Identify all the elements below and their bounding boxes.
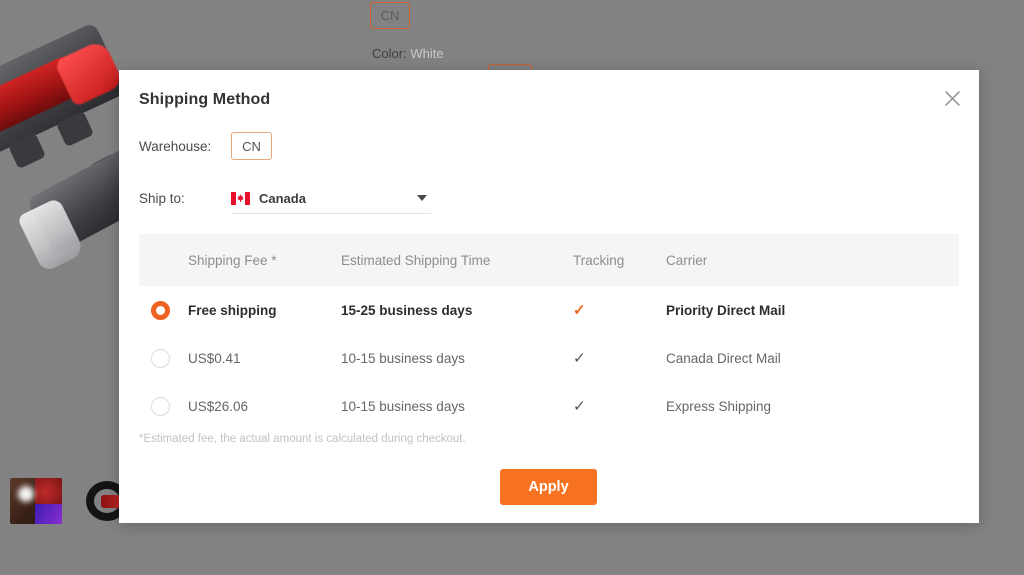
shipping-time-value: 10-15 business days (341, 398, 465, 414)
ship-to-label: Ship to: (139, 191, 185, 206)
chevron-down-icon[interactable] (417, 195, 427, 201)
check-icon: ✓ (573, 301, 586, 319)
background-warehouse-chip-label: CN (380, 8, 400, 23)
tracking-cell: ✓ (573, 399, 666, 414)
background-color-label: Color: (372, 46, 407, 61)
apply-button[interactable]: Apply (500, 469, 597, 505)
carrier-value: Canada Direct Mail (666, 350, 781, 366)
table-header-shipping-fee: Shipping Fee * (188, 252, 277, 268)
shipping-options-table: Shipping Fee * Estimated Shipping Time T… (139, 234, 959, 430)
background-color-value: White (410, 46, 444, 61)
ship-to-row: Ship to: Canada (139, 183, 431, 214)
thumbnail-strip (10, 478, 133, 524)
table-row[interactable]: US$26.06 10-15 business days ✓ Express S… (139, 382, 959, 430)
estimated-fee-footnote: *Estimated fee, the actual amount is cal… (139, 433, 466, 445)
background-warehouse-chip[interactable]: CN (370, 2, 410, 29)
close-icon[interactable] (938, 84, 966, 112)
maple-leaf-shape (237, 194, 244, 202)
country-select-value: Canada (259, 190, 306, 206)
radio-button-selected[interactable] (151, 300, 170, 320)
shipping-fee-value: US$26.06 (188, 398, 249, 414)
warehouse-row: Warehouse: CN (139, 132, 272, 160)
shipping-fee-value: US$0.41 (188, 350, 241, 366)
table-header-row: Shipping Fee * Estimated Shipping Time T… (139, 234, 959, 286)
check-icon: ✓ (573, 349, 586, 367)
canada-flag-icon (231, 191, 250, 205)
table-row[interactable]: Free shipping 15-25 business days ✓ Prio… (139, 286, 959, 334)
carrier-value: Priority Direct Mail (666, 302, 786, 318)
check-icon: ✓ (573, 397, 586, 415)
table-header-carrier: Carrier (666, 252, 708, 268)
carrier-value: Express Shipping (666, 398, 772, 414)
shipping-option-radio-cell[interactable] (139, 300, 188, 320)
warehouse-cn-button[interactable]: CN (231, 132, 272, 160)
warehouse-label: Warehouse: (139, 138, 212, 154)
shipping-time-value: 15-25 business days (341, 302, 473, 318)
country-select[interactable]: Canada (231, 183, 431, 214)
shipping-time-value: 10-15 business days (341, 350, 465, 366)
table-header-tracking: Tracking (573, 252, 625, 268)
shipping-option-radio-cell[interactable] (139, 348, 188, 368)
shipping-option-radio-cell[interactable] (139, 396, 188, 416)
tracking-cell: ✓ (573, 351, 666, 366)
radio-button[interactable] (151, 348, 170, 368)
thumbnail-glow (18, 486, 34, 502)
warehouse-cn-label: CN (242, 138, 261, 154)
table-header-estimated-time: Estimated Shipping Time (341, 252, 491, 268)
tracking-cell: ✓ (573, 303, 666, 318)
radio-button[interactable] (151, 396, 170, 416)
background-color-row: Color: White (372, 46, 444, 61)
shipping-method-modal: Shipping Method Warehouse: CN Ship to: C… (119, 70, 979, 523)
thumbnail-item[interactable] (10, 478, 62, 524)
table-row[interactable]: US$0.41 10-15 business days ✓ Canada Dir… (139, 334, 959, 382)
page-title: Shipping Method (139, 91, 271, 108)
shipping-fee-value: Free shipping (188, 302, 277, 318)
